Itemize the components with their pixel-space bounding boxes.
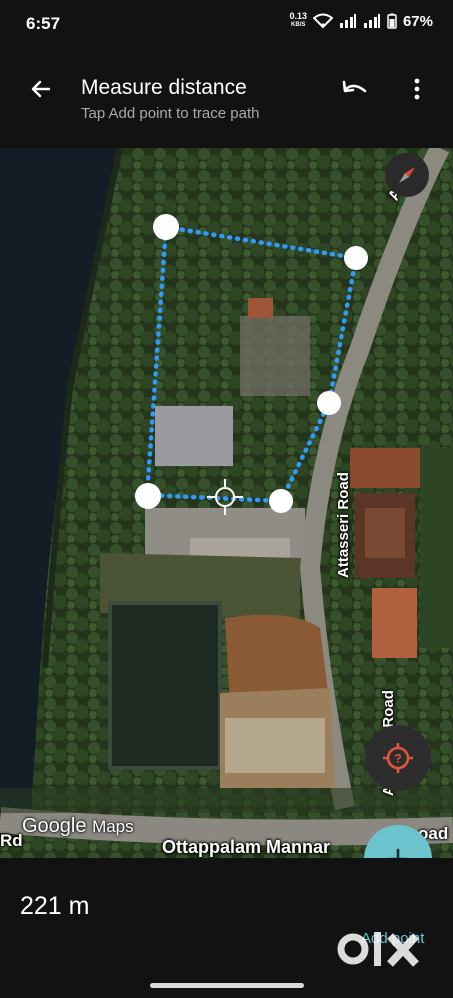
road-label-ottappalam: Ottappalam Mannar xyxy=(162,837,331,857)
net-speed-unit: KB/S xyxy=(291,22,306,28)
signal-icon xyxy=(339,14,356,28)
location-unknown-icon: ? xyxy=(383,743,413,773)
road-label-attasseri-mid: Attasseri Road xyxy=(335,472,352,578)
path-point-3[interactable] xyxy=(317,391,341,415)
google-logo-text: Google xyxy=(22,815,87,837)
battery-icon xyxy=(387,13,397,29)
road-label-rd: Rd xyxy=(0,831,23,850)
total-distance: 221 m xyxy=(20,892,90,920)
battery-level: 67% xyxy=(402,12,433,30)
wifi-icon xyxy=(312,13,333,29)
app-toolbar: Measure distance Tap Add point to trace … xyxy=(0,52,453,148)
compass-button[interactable] xyxy=(385,153,429,197)
olx-watermark xyxy=(336,928,446,968)
page-subtitle: Tap Add point to trace path xyxy=(81,105,260,122)
net-speed-value: 0.13 xyxy=(289,11,307,21)
more-vert-icon xyxy=(414,78,420,100)
net-speed: 0.13 KB/S xyxy=(289,12,307,30)
path-point-4[interactable] xyxy=(269,489,293,513)
status-time: 6:57 xyxy=(26,14,61,33)
undo-button[interactable] xyxy=(339,74,371,104)
maps-logo-text: Maps xyxy=(92,817,134,836)
undo-icon xyxy=(342,80,367,93)
svg-text:?: ? xyxy=(394,752,401,766)
signal-icon-2 xyxy=(363,14,380,28)
olx-logo-icon xyxy=(337,932,419,967)
back-button[interactable] xyxy=(26,74,56,104)
path-point-1[interactable] xyxy=(153,214,179,240)
compass-icon xyxy=(399,167,415,183)
home-indicator[interactable] xyxy=(150,983,304,988)
crosshair-lines xyxy=(207,479,243,515)
more-options-button[interactable] xyxy=(409,72,425,106)
status-icons: 0.13 KB/S 67% xyxy=(289,12,433,30)
google-maps-logo: Google Maps xyxy=(22,815,134,838)
measurement-panel: 221 m Add point xyxy=(0,858,453,998)
arrow-back-icon xyxy=(31,80,51,98)
path-point-5[interactable] xyxy=(135,483,161,509)
page-title: Measure distance xyxy=(81,76,247,99)
status-bar: 6:57 0.13 KB/S 67% xyxy=(0,0,453,52)
my-location-button[interactable]: ? xyxy=(365,725,431,791)
path-point-2[interactable] xyxy=(344,246,368,270)
